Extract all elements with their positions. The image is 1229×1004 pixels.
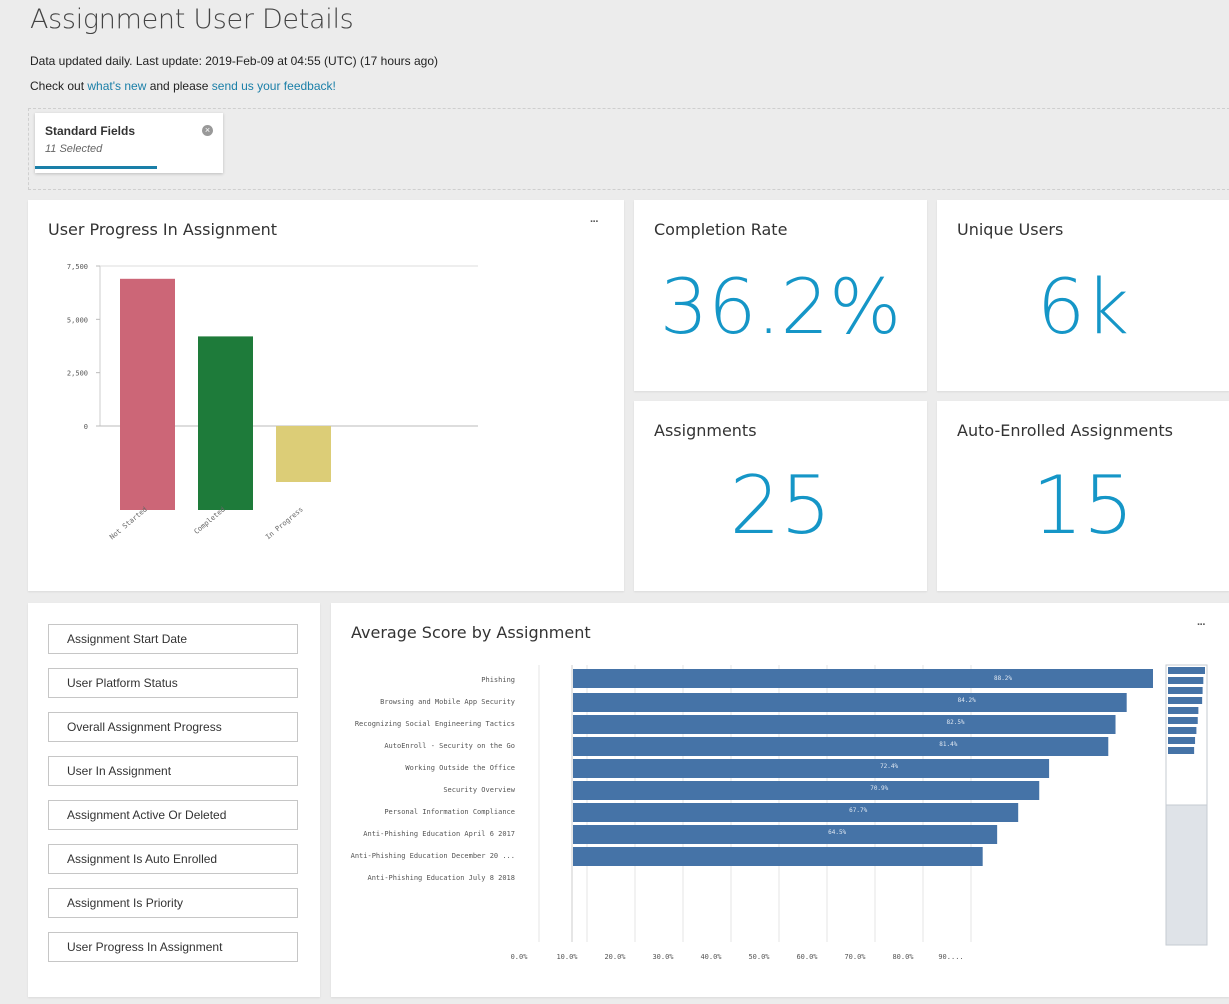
category-label: Browsing and Mobile App Security bbox=[380, 698, 515, 706]
data-label: 82.5% bbox=[946, 719, 964, 726]
category-label: Recognizing Social Engineering Tactics bbox=[355, 720, 515, 728]
minimap-bar bbox=[1168, 687, 1203, 694]
category-label: Anti-Phishing Education July 8 2018 bbox=[367, 874, 515, 882]
progress-chart: 7,5005,0002,5000Not Started Completed In P… bbox=[67, 263, 478, 541]
kpi-value: 36.2% bbox=[659, 262, 902, 351]
x-tick-label: 50.0% bbox=[748, 953, 770, 961]
page-title: Assignment User Details bbox=[30, 4, 354, 35]
bar-completed bbox=[198, 336, 253, 510]
average-score-panel: Average Score by Assignment ··· 0.0% 10.0… bbox=[331, 603, 1229, 997]
score-bar bbox=[573, 669, 1153, 688]
score-bar bbox=[573, 693, 1127, 712]
minimap-bar bbox=[1168, 667, 1205, 674]
y-tick-label: 0 bbox=[84, 423, 88, 431]
standard-fields-filter[interactable]: Standard Fields 11 Selected × bbox=[35, 113, 223, 173]
unique-users-tile: Unique Users 6k bbox=[937, 200, 1229, 391]
score-bar bbox=[573, 803, 1019, 822]
x-tick-label: Not Started bbox=[108, 505, 149, 541]
check-prefix: Check out bbox=[30, 79, 88, 93]
update-info: Data updated daily. Last update: 2019-Fe… bbox=[30, 54, 439, 68]
field-assignment-active-or-deleted[interactable]: Assignment Active Or Deleted bbox=[48, 800, 298, 830]
data-label: 70.9% bbox=[870, 785, 888, 792]
y-tick-label: 7,500 bbox=[67, 263, 88, 271]
x-tick-label: 60.0% bbox=[796, 953, 818, 961]
x-tick-label: In Progress bbox=[264, 505, 305, 541]
user-progress-panel: User Progress In Assignment ··· 7,500 5,0… bbox=[28, 200, 624, 591]
y-tick-label: 2,500 bbox=[67, 370, 88, 378]
minimap-bar bbox=[1168, 677, 1204, 684]
filter-progress-fill bbox=[35, 166, 158, 169]
y-tick-label: 5,000 bbox=[67, 316, 88, 324]
minimap-bar bbox=[1168, 747, 1195, 754]
assignments-tile: Assignments 25 bbox=[634, 401, 927, 591]
category-label: Phishing bbox=[481, 676, 515, 684]
filter-selected-count: 11 Selected bbox=[45, 143, 103, 155]
minimap-bar bbox=[1168, 707, 1199, 714]
category-label: Personal Information Compliance bbox=[384, 808, 515, 816]
field-user-in-assignment[interactable]: User In Assignment bbox=[48, 756, 298, 786]
feedback-link[interactable]: send us your feedback! bbox=[212, 79, 336, 93]
bar-not-started bbox=[120, 278, 175, 510]
kpi-label: Completion Rate bbox=[654, 220, 788, 239]
score-bar bbox=[573, 847, 983, 866]
field-assignment-is-priority[interactable]: Assignment Is Priority bbox=[48, 888, 298, 918]
kpi-label: Unique Users bbox=[957, 220, 1064, 239]
check-middle: and please bbox=[146, 79, 212, 93]
category-label: AutoEnroll - Security on the Go bbox=[384, 742, 515, 750]
x-tick-label: 80.0% bbox=[892, 953, 914, 961]
field-user-progress-in-assignment[interactable]: User Progress In Assignment bbox=[48, 932, 298, 962]
x-tick-label: 90.... bbox=[938, 953, 963, 961]
whats-new-link[interactable]: what's new bbox=[87, 79, 146, 93]
category-label: Security Overview bbox=[443, 786, 515, 794]
kpi-value: 6k bbox=[1036, 262, 1130, 351]
data-label: 67.7% bbox=[849, 807, 867, 814]
whats-new-line: Check out what's new and please send us … bbox=[30, 79, 336, 93]
minimap-window bbox=[1165, 664, 1208, 806]
x-tick-label: 40.0% bbox=[700, 953, 722, 961]
minimap-bar bbox=[1168, 717, 1198, 724]
data-label: 88.2% bbox=[994, 675, 1012, 682]
data-label: 72.4% bbox=[880, 763, 898, 770]
data-label: 81.4% bbox=[939, 741, 957, 748]
x-tick-label: 0.0% bbox=[511, 953, 529, 961]
score-bar bbox=[573, 715, 1116, 734]
filter-progress-bar bbox=[35, 166, 223, 169]
score-bar bbox=[573, 759, 1050, 778]
x-tick-label: 20.0% bbox=[604, 953, 626, 961]
category-label: Anti-Phishing Education April 6 2017 bbox=[363, 830, 515, 838]
bar-in-progress bbox=[276, 426, 331, 482]
filter-label: Standard Fields bbox=[45, 124, 136, 138]
score-bar bbox=[573, 781, 1040, 800]
completion-rate-tile: Completion Rate 36.2% bbox=[634, 200, 927, 391]
minimap-bar bbox=[1168, 737, 1196, 744]
score-bar bbox=[573, 737, 1109, 756]
score-chart: 0.0% 10.0% 20.0% 30.0% 40.0% 50.0% 60.0% 70.0% 8… bbox=[351, 664, 1208, 961]
kpi-value: 25 bbox=[729, 459, 832, 552]
kpi-label: Auto-Enrolled Assignments bbox=[957, 421, 1173, 440]
x-tick-label: 70.0% bbox=[844, 953, 866, 961]
category-label: Anti-Phishing Education December 20 ... bbox=[351, 852, 515, 860]
field-assignment-is-auto-enrolled[interactable]: Assignment Is Auto Enrolled bbox=[48, 844, 298, 874]
field-list-panel: Assignment Start Date User Platform Stat… bbox=[28, 603, 320, 997]
field-assignment-start-date[interactable]: Assignment Start Date bbox=[48, 624, 298, 654]
kpi-value: 15 bbox=[1032, 459, 1134, 552]
data-label: 64.5% bbox=[828, 829, 846, 836]
field-user-platform-status[interactable]: User Platform Status bbox=[48, 668, 298, 698]
data-label: 84.2% bbox=[958, 697, 976, 704]
minimap-bar bbox=[1168, 697, 1203, 704]
auto-enrolled-tile: Auto-Enrolled Assignments 15 bbox=[937, 401, 1229, 591]
x-tick-label: 30.0% bbox=[652, 953, 674, 961]
field-overall-assignment-progress[interactable]: Overall Assignment Progress bbox=[48, 712, 298, 742]
minimap-bar bbox=[1168, 727, 1197, 734]
x-tick-label: 10.0% bbox=[556, 953, 578, 961]
score-bar bbox=[573, 825, 998, 844]
close-icon[interactable]: × bbox=[202, 125, 213, 136]
kpi-label: Assignments bbox=[654, 421, 757, 440]
category-label: Working Outside the Office bbox=[405, 764, 515, 772]
